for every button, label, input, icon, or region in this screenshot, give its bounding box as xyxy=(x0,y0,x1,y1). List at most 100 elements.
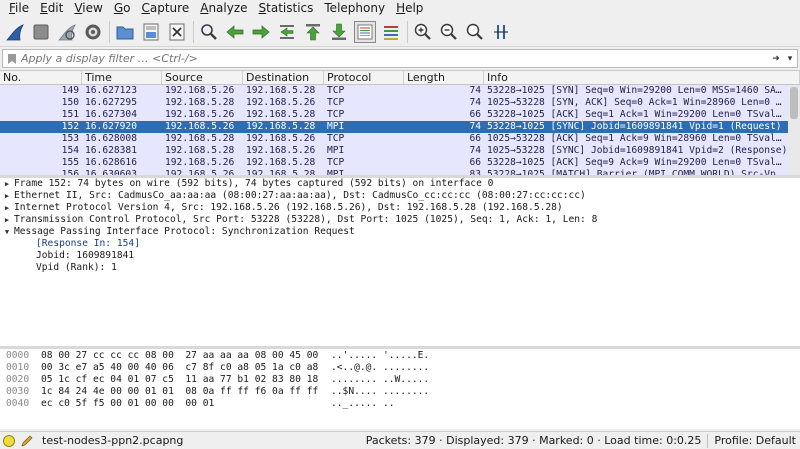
column-header-length[interactable]: Length xyxy=(404,71,484,84)
bytes-ascii[interactable]: ..$N.... ........ xyxy=(331,386,429,398)
column-header-source[interactable]: Source xyxy=(162,71,243,84)
detail-field[interactable]: Jobid: 1609891841 xyxy=(0,250,800,262)
packet-number: 152 xyxy=(61,121,79,132)
packet-row[interactable]: 153 16.628008 192.168.5.28 192.168.5.26 TCP 6… xyxy=(0,133,800,145)
column-header-destination[interactable]: Destination xyxy=(243,71,324,84)
detail-text: Frame 152: 74 bytes on wire (592 bits), … xyxy=(14,178,494,189)
filter-dropdown-icon[interactable]: ▾ xyxy=(783,54,797,64)
menu-item[interactable]: Analyze xyxy=(195,0,253,16)
packet-details-tree: ▶ Frame 152: 74 bytes on wire (592 bits),… xyxy=(0,178,800,346)
zoom-in-icon[interactable] xyxy=(412,21,434,43)
menu-item-mnemonic: S xyxy=(258,1,267,15)
stop-square-icon[interactable] xyxy=(30,21,52,43)
menu-item-mnemonic: G xyxy=(113,1,124,15)
packet-number: 150 xyxy=(61,97,79,108)
detail-tree-node[interactable]: ▶ Internet Protocol Version 4, Src: 192.1… xyxy=(0,202,800,214)
column-header-no[interactable]: No. xyxy=(0,71,82,84)
menu-item[interactable]: Statistics xyxy=(254,0,320,16)
go-to-packet-icon[interactable] xyxy=(276,21,298,43)
colorize-icon[interactable] xyxy=(380,21,402,43)
packet-row[interactable]: 151 16.627304 192.168.5.26 192.168.5.28 TCP 6… xyxy=(0,109,800,121)
packet-row[interactable]: 150 16.627295 192.168.5.28 192.168.5.26 TCP 7… xyxy=(0,97,800,109)
normal-size-icon[interactable] xyxy=(464,21,486,43)
menu-item-label: Telephony xyxy=(324,1,386,15)
find-magnifier-icon[interactable] xyxy=(198,21,220,43)
last-packet-icon[interactable] xyxy=(328,21,350,43)
menu-item-mnemonic: H xyxy=(396,1,406,15)
capture-comment-pencil-icon[interactable] xyxy=(20,434,34,448)
collapsed-triangle-icon[interactable]: ▶ xyxy=(0,190,14,202)
packet-row[interactable]: 155 16.628616 192.168.5.26 192.168.5.28 TCP 6… xyxy=(0,157,800,169)
go-forward-arrow-icon[interactable] xyxy=(250,21,272,43)
collapsed-triangle-icon[interactable]: ▶ xyxy=(0,202,14,214)
packet-source: 192.168.5.26 xyxy=(165,121,235,132)
restart-fin-icon[interactable] xyxy=(56,21,78,43)
filter-apply-arrow-icon[interactable]: ➜ xyxy=(769,54,783,64)
detail-text: Transmission Control Protocol, Src Port:… xyxy=(14,214,598,225)
packet-destination: 192.168.5.26 xyxy=(246,97,316,108)
detail-tree-node[interactable]: ▶ Ethernet II, Src: CadmusCo_aa:aa:aa (08… xyxy=(0,190,800,202)
detail-tree-node[interactable]: ▶ Frame 152: 74 bytes on wire (592 bits),… xyxy=(0,178,800,190)
filter-bookmark-icon[interactable] xyxy=(3,50,21,67)
detail-field[interactable]: [Response In: 154] xyxy=(0,238,800,250)
shark-fin-start-icon[interactable] xyxy=(4,21,26,43)
detail-tree-node[interactable]: ▼ Message Passing Interface Protocol: Syn… xyxy=(0,226,800,238)
menu-item-label: o xyxy=(123,1,131,15)
profile-selector[interactable]: Profile: Default xyxy=(708,434,800,447)
menu-item[interactable]: View xyxy=(69,0,108,16)
menu-item[interactable]: Go xyxy=(109,0,137,16)
close-file-icon[interactable] xyxy=(166,21,188,43)
expanded-triangle-icon[interactable]: ▼ xyxy=(0,226,14,238)
zoom-out-icon[interactable] xyxy=(438,21,460,43)
packet-destination: 192.168.5.28 xyxy=(246,121,316,132)
packet-info: 1025→53228 [SYNC] Jobid=1609891841 Vpid=… xyxy=(487,145,788,156)
packet-destination: 192.168.5.28 xyxy=(246,157,316,168)
bytes-hex[interactable]: 1c 84 24 4e 00 00 01 01 08 0a ff ff f6 0… xyxy=(38,386,331,398)
collapsed-triangle-icon[interactable]: ▶ xyxy=(0,214,14,226)
go-back-arrow-icon[interactable] xyxy=(224,21,246,43)
packet-source: 192.168.5.28 xyxy=(165,145,235,156)
packet-list-scrollbar[interactable] xyxy=(788,86,800,176)
column-header-protocol[interactable]: Protocol xyxy=(324,71,404,84)
menu-item[interactable]: Capture xyxy=(136,0,195,16)
open-folder-icon[interactable] xyxy=(114,21,136,43)
bytes-hex[interactable]: ec c0 5f f5 00 01 00 00 00 01 xyxy=(38,398,331,410)
bytes-hex[interactable]: 08 00 27 cc cc cc 08 00 27 aa aa aa 08 0… xyxy=(38,350,331,362)
menu-item[interactable]: Help xyxy=(391,0,429,16)
packet-row[interactable]: 149 16.627123 192.168.5.26 192.168.5.28 TCP 7… xyxy=(0,85,800,97)
bytes-offset[interactable]: 0010 xyxy=(0,362,38,374)
bytes-ascii[interactable]: .._..... .. xyxy=(331,398,395,410)
menu-item[interactable]: Edit xyxy=(35,0,69,16)
packet-row[interactable]: 154 16.628381 192.168.5.28 192.168.5.26 MPI 7… xyxy=(0,145,800,157)
packet-row-selected[interactable]: 152 16.627920 192.168.5.26 192.168.5.28 MPI 7… xyxy=(0,121,800,133)
display-filter-input[interactable] xyxy=(21,52,769,65)
bytes-ascii[interactable]: .<..@.@. ........ xyxy=(331,362,429,374)
bytes-ascii[interactable]: ..'..... '.....E. xyxy=(331,350,429,362)
bytes-offset[interactable]: 0000 xyxy=(0,350,38,362)
resize-columns-icon[interactable] xyxy=(490,21,512,43)
packet-length: 66 xyxy=(469,109,481,120)
save-file-icon[interactable] xyxy=(140,21,162,43)
packet-protocol: TCP xyxy=(327,97,345,108)
menu-item[interactable]: File xyxy=(4,0,35,16)
menu-item[interactable]: Telephony xyxy=(319,0,391,16)
bytes-offset[interactable]: 0020 xyxy=(0,374,38,386)
autoscroll-list-icon[interactable] xyxy=(354,20,376,43)
collapsed-triangle-icon[interactable]: ▶ xyxy=(0,178,14,190)
column-header-info[interactable]: Info xyxy=(484,71,800,84)
bytes-offset[interactable]: 0030 xyxy=(0,386,38,398)
options-gear-icon[interactable] xyxy=(82,21,104,43)
first-packet-icon[interactable] xyxy=(302,21,324,43)
detail-tree-node[interactable]: ▶ Transmission Control Protocol, Src Port… xyxy=(0,214,800,226)
packet-protocol: TCP xyxy=(327,133,345,144)
detail-field[interactable]: Vpid (Rank): 1 xyxy=(0,262,800,274)
bytes-hex[interactable]: 00 3c e7 a5 40 00 40 06 c7 8f c0 a8 05 1… xyxy=(38,362,331,374)
bytes-hex[interactable]: 05 1c cf ec 04 01 07 c5 11 aa 77 b1 02 8… xyxy=(38,374,331,386)
packet-info: 53228→1025 [SYN] Seq=0 Win=29200 Len=0 M… xyxy=(487,85,782,96)
bytes-ascii[interactable]: ........ ..W..... xyxy=(331,374,429,386)
bytes-offset[interactable]: 0040 xyxy=(0,398,38,410)
column-header-time[interactable]: Time xyxy=(82,71,162,84)
packet-destination: 192.168.5.28 xyxy=(246,85,316,96)
packet-info: 53228→1025 [ACK] Seq=9 Ack=9 Win=29200 L… xyxy=(487,157,782,168)
expert-info-indicator-icon[interactable] xyxy=(3,434,15,447)
